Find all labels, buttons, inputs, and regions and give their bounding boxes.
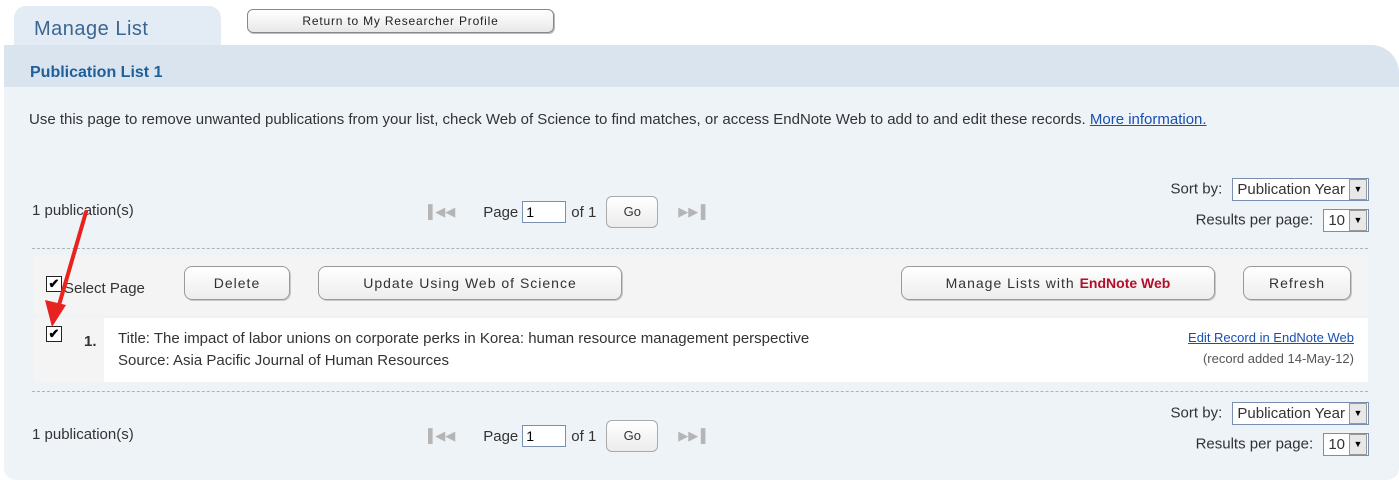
refresh-button[interactable]: Refresh bbox=[1243, 266, 1351, 300]
select-page-checkbox[interactable]: ✔ bbox=[46, 276, 62, 292]
manage-lists-prefix: Manage Lists with bbox=[945, 275, 1075, 291]
results-per-page-label: Results per page: bbox=[1195, 211, 1314, 229]
intro-text: Use this page to remove unwanted publica… bbox=[29, 110, 1349, 130]
record-select-cell bbox=[34, 318, 104, 382]
last-page-icon[interactable]: ▶▐ bbox=[688, 428, 705, 444]
record-source-value: Asia Pacific Journal of Human Resources bbox=[173, 352, 450, 369]
results-per-page-value: 10 bbox=[1328, 212, 1345, 229]
first-page-icon[interactable]: ▌◀ bbox=[428, 204, 445, 220]
go-button[interactable]: Go bbox=[606, 196, 659, 228]
results-per-page-select[interactable]: 10 ▼ bbox=[1323, 433, 1369, 456]
page-label: Page bbox=[483, 203, 519, 221]
next-page-icon[interactable]: ▶ bbox=[678, 204, 688, 220]
page-of-label: of 1 bbox=[571, 203, 597, 221]
record-source: Source: Asia Pacific Journal of Human Re… bbox=[118, 352, 449, 369]
chevron-down-icon: ▼ bbox=[1349, 210, 1367, 231]
chevron-down-icon: ▼ bbox=[1349, 403, 1367, 424]
results-per-page-value: 10 bbox=[1328, 436, 1345, 453]
edit-record-link[interactable]: Edit Record in EndNote Web bbox=[1188, 330, 1354, 345]
select-page-label: Select Page bbox=[64, 280, 145, 297]
manage-lists-endnote-button[interactable]: Manage Lists with EndNote Web bbox=[901, 266, 1215, 300]
manage-list-tab[interactable]: Manage List bbox=[14, 6, 221, 46]
prev-page-icon[interactable]: ◀ bbox=[445, 428, 455, 444]
record-title: Title: The impact of labor unions on cor… bbox=[118, 330, 810, 347]
results-per-page-label: Results per page: bbox=[1195, 435, 1314, 453]
publication-count-bottom: 1 publication(s) bbox=[32, 426, 134, 443]
go-button[interactable]: Go bbox=[606, 420, 659, 452]
record-checkbox[interactable]: ✔ bbox=[46, 326, 62, 342]
chevron-down-icon: ▼ bbox=[1349, 179, 1367, 200]
first-page-icon[interactable]: ▌◀ bbox=[428, 428, 445, 444]
publication-count: 1 publication(s) bbox=[32, 202, 134, 219]
page-number-input[interactable] bbox=[522, 201, 567, 223]
results-per-page-select[interactable]: 10 ▼ bbox=[1323, 209, 1369, 232]
sort-by-value: Publication Year bbox=[1237, 405, 1345, 422]
sort-by-label: Sort by: bbox=[1170, 180, 1223, 198]
update-web-of-science-button[interactable]: Update Using Web of Science bbox=[318, 266, 622, 300]
page-of-label: of 1 bbox=[571, 427, 597, 445]
sort-by-select[interactable]: Publication Year ▼ bbox=[1232, 402, 1369, 425]
intro-body: Use this page to remove unwanted publica… bbox=[29, 111, 1086, 128]
chevron-down-icon: ▼ bbox=[1349, 434, 1367, 455]
next-page-icon[interactable]: ▶ bbox=[678, 428, 688, 444]
record-added-date: (record added 14-May-12) bbox=[1202, 351, 1354, 366]
record-source-label: Source: bbox=[118, 352, 174, 369]
sort-by-value: Publication Year bbox=[1237, 181, 1345, 198]
panel-header: Publication List 1 bbox=[4, 45, 1399, 87]
prev-page-icon[interactable]: ◀ bbox=[445, 204, 455, 220]
table-row: ✔ 1. Title: The impact of labor unions o… bbox=[34, 318, 1368, 382]
delete-button[interactable]: Delete bbox=[184, 266, 290, 300]
panel-title: Publication List 1 bbox=[30, 64, 163, 81]
record-number: 1. bbox=[84, 333, 97, 350]
pager-bottom: ▌◀ ◀ Page of 1 Go ▶ ▶▐ bbox=[428, 420, 706, 452]
sort-by-label: Sort by: bbox=[1170, 404, 1223, 422]
sort-controls-bottom: Sort by: Publication Year ▼ Results per … bbox=[1171, 402, 1369, 456]
sort-controls-top: Sort by: Publication Year ▼ Results per … bbox=[1171, 178, 1369, 232]
tab-label: Manage List bbox=[34, 18, 149, 40]
page-number-input[interactable] bbox=[522, 425, 567, 447]
page-label: Page bbox=[483, 427, 519, 445]
return-to-profile-button[interactable]: Return to My Researcher Profile bbox=[247, 9, 554, 33]
divider-top bbox=[32, 248, 1368, 249]
sort-by-select[interactable]: Publication Year ▼ bbox=[1232, 178, 1369, 201]
endnote-web-brand: EndNote Web bbox=[1079, 275, 1171, 291]
more-information-link[interactable]: More information. bbox=[1090, 111, 1207, 128]
divider-bottom bbox=[32, 391, 1368, 392]
last-page-icon[interactable]: ▶▐ bbox=[688, 204, 705, 220]
list-toolbar: ✔ Select Page Delete Update Using Web of… bbox=[34, 255, 1368, 315]
pager-top: ▌◀ ◀ Page of 1 Go ▶ ▶▐ bbox=[428, 196, 706, 228]
